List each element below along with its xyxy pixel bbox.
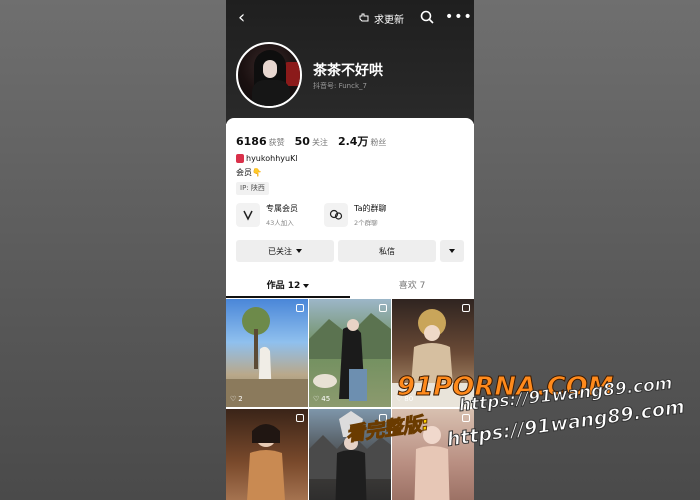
select-box-icon[interactable]	[462, 304, 470, 312]
caret-down-icon	[303, 284, 310, 288]
v-membership-icon	[236, 203, 260, 227]
profile-nickname: 茶茶不好哄	[313, 63, 383, 79]
post-likes: ♡ 2	[230, 395, 243, 403]
membership-entry[interactable]: 专属会员 43人加入	[236, 201, 298, 229]
pointing-down-icon: 👇	[252, 168, 262, 177]
select-box-icon[interactable]	[296, 414, 304, 422]
message-button[interactable]: 私信	[338, 240, 436, 262]
search-icon[interactable]	[419, 9, 435, 25]
group-chat-icon	[324, 203, 348, 227]
stats-row: 6186 获赞 50 关注 2.4万 粉丝	[236, 130, 386, 149]
select-box-icon[interactable]	[296, 304, 304, 312]
hand-icon	[359, 13, 369, 22]
content-tabs: 作品 12 喜欢 7	[226, 276, 474, 298]
post-likes: ♡ 45	[313, 395, 331, 403]
request-update-button[interactable]: 求更新	[358, 10, 404, 26]
select-box-icon[interactable]	[379, 304, 387, 312]
caret-down-icon	[296, 249, 302, 253]
account-id[interactable]: 抖音号: Funck_7	[313, 81, 367, 91]
group-chat-entry[interactable]: Ta的群聊 2个群聊	[324, 201, 386, 229]
more-options-button[interactable]	[440, 240, 464, 262]
stat-likes[interactable]: 6186 获赞	[236, 130, 285, 149]
back-icon[interactable]: ‹	[238, 8, 254, 28]
stat-followers[interactable]: 2.4万 粉丝	[338, 130, 387, 149]
following-button[interactable]: 已关注	[236, 240, 334, 262]
ip-location-badge: IP: 陕西	[236, 182, 269, 195]
tab-likes[interactable]: 喜欢 7	[350, 276, 474, 298]
post-thumbnail[interactable]	[226, 409, 308, 500]
request-update-label: 求更新	[374, 14, 404, 26]
top-bar: ‹ 求更新 •••	[226, 0, 474, 36]
active-tab-indicator	[226, 296, 350, 298]
action-buttons: 已关注 私信	[236, 240, 464, 262]
more-icon[interactable]: •••	[445, 9, 472, 25]
bio-line-2: 会员👇	[236, 168, 262, 177]
post-thumbnail[interactable]: ♡ 45	[309, 299, 391, 407]
caret-down-icon	[449, 249, 455, 253]
profile-header: ‹ 求更新 ••• 茶茶不好哄 抖音号: Funck_7	[226, 0, 474, 124]
tab-works[interactable]: 作品 12	[226, 276, 350, 298]
bio-line-1: hyukohhyuKl	[236, 154, 298, 163]
ribbon-icon	[236, 154, 244, 163]
avatar[interactable]	[236, 42, 302, 108]
post-thumbnail[interactable]: ♡ 2	[226, 299, 308, 407]
stat-following[interactable]: 50 关注	[295, 130, 328, 149]
